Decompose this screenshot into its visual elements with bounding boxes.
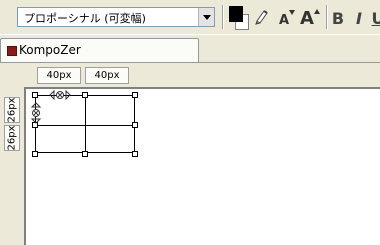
tab-kompozer[interactable]: KompoZer — [0, 38, 199, 63]
resize-handle[interactable] — [82, 92, 88, 98]
font-larger-button[interactable]: A — [298, 6, 322, 28]
row-height-ruler[interactable]: 26px — [4, 125, 20, 151]
row-height-label: 26px — [7, 98, 18, 123]
document-icon — [7, 46, 17, 56]
highlight-pen-icon — [254, 7, 270, 25]
toolbar-separator — [326, 5, 328, 29]
underline-label: U — [372, 9, 380, 28]
highlight-button[interactable] — [254, 7, 270, 25]
table-cell[interactable] — [85, 95, 135, 126]
font-larger-label: A — [300, 10, 314, 28]
font-family-select[interactable]: プロポーシナル (可変幅) — [17, 7, 215, 27]
resize-handle[interactable] — [32, 151, 38, 157]
bold-label: B — [332, 9, 344, 28]
html-table[interactable] — [35, 95, 135, 153]
table-cell[interactable] — [85, 125, 135, 153]
row-height-ruler[interactable]: 26px — [4, 97, 20, 123]
arrow-down-small-icon — [289, 8, 295, 16]
resize-handle[interactable] — [132, 122, 138, 128]
underline-button[interactable]: U — [373, 6, 380, 28]
text-color-button[interactable] — [229, 6, 249, 30]
toolbar-separator — [222, 5, 224, 29]
document-tab-bar: KompoZer — [0, 34, 380, 63]
font-family-value: プロポーシナル (可変幅) — [24, 10, 146, 26]
row-insert-controls-icon[interactable] — [31, 102, 41, 126]
font-smaller-button[interactable]: A — [277, 6, 297, 28]
arrow-up-small-icon — [314, 8, 320, 16]
column-insert-controls-icon[interactable] — [49, 90, 73, 100]
resize-handle[interactable] — [32, 92, 38, 98]
format-toolbar: プロポーシナル (可変幅) A A B I U — [0, 0, 380, 34]
column-width-ruler[interactable]: 40px — [37, 67, 81, 84]
font-smaller-label: A — [279, 13, 289, 28]
column-width-ruler[interactable]: 40px — [85, 67, 129, 84]
resize-handle[interactable] — [132, 92, 138, 98]
row-height-label: 26px — [7, 126, 18, 151]
resize-handle[interactable] — [132, 151, 138, 157]
table-cell[interactable] — [35, 125, 86, 153]
tab-label: KompoZer — [19, 43, 81, 57]
italic-button[interactable]: I — [352, 6, 366, 28]
dropdown-arrow-icon[interactable] — [198, 8, 214, 26]
text-color-swatch — [229, 6, 243, 22]
bold-button[interactable]: B — [330, 6, 346, 28]
resize-handle[interactable] — [82, 151, 88, 157]
italic-label: I — [356, 9, 362, 28]
